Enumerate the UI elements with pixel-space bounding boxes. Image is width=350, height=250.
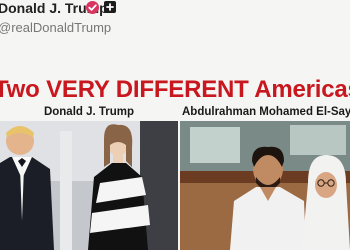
couple-photo[interactable]	[0, 121, 178, 250]
post-headline: Two VERY DIFFERENT Americas	[0, 76, 350, 103]
author-handle[interactable]: @realDonaldTrump	[0, 20, 111, 35]
comparison-panel-left: Donald J. Trump	[0, 104, 178, 250]
plus-badge-icon	[104, 1, 116, 13]
selfie-photo[interactable]	[180, 121, 350, 250]
social-post-screenshot: Donald J. Trump @realDonaldTrump Two VER…	[0, 0, 350, 250]
panel-caption-left: Donald J. Trump	[43, 106, 135, 118]
comparison-panel-right: Abdulrahman Mohamed El-Sayed	[180, 104, 350, 250]
panel-caption-right: Abdulrahman Mohamed El-Sayed	[182, 106, 350, 118]
verified-badge-icon	[86, 1, 99, 14]
post-author-header: Donald J. Trump @realDonaldTrump	[0, 0, 348, 44]
